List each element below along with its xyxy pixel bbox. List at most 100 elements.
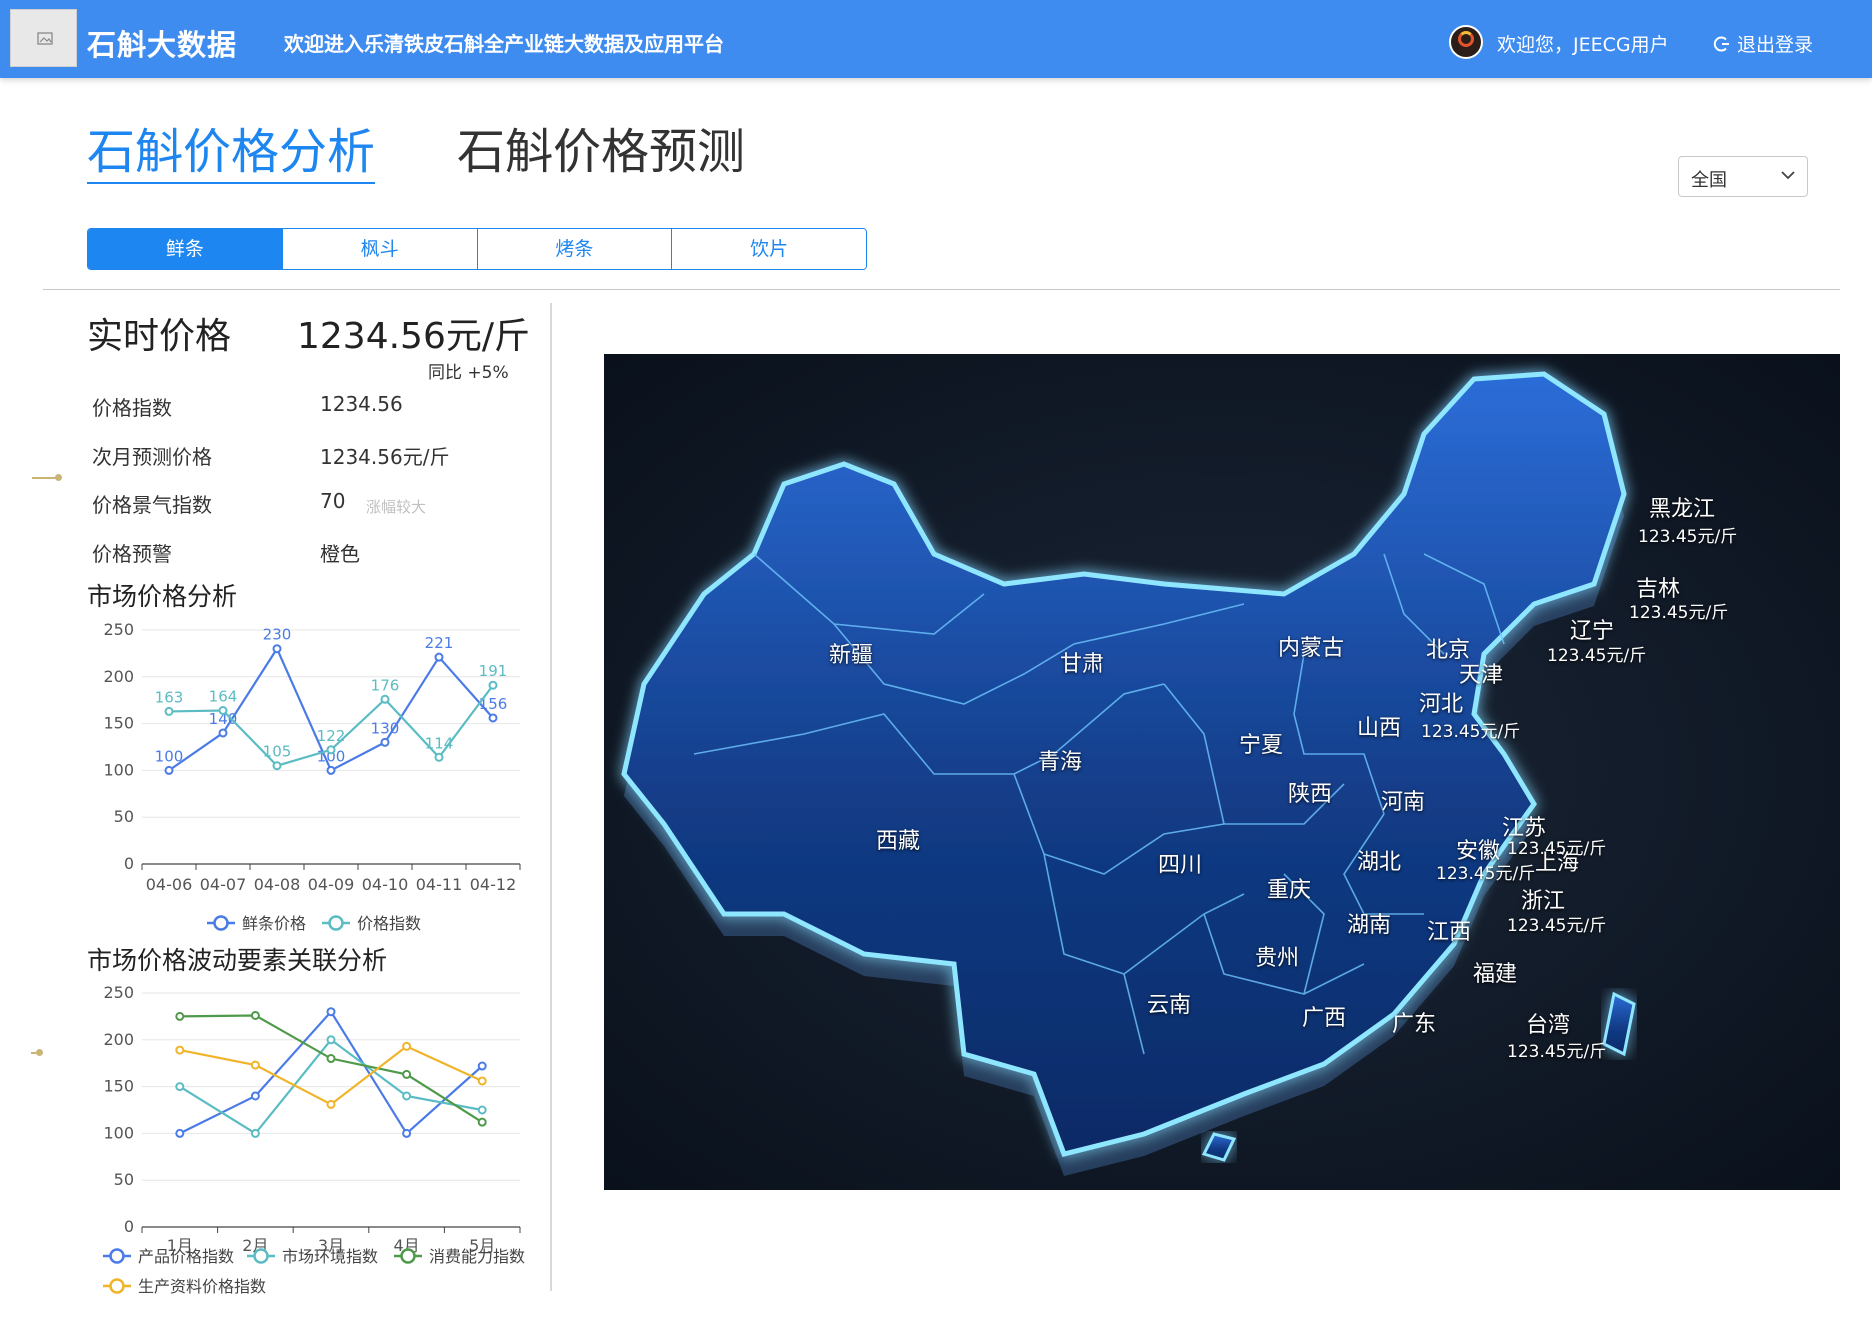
map-price-jilin: 123.45元/斤: [1629, 603, 1729, 623]
logo-placeholder[interactable]: [10, 9, 77, 67]
y-tick-label: 0: [124, 1217, 134, 1236]
top-header-bar: 石斛大数据 欢迎进入乐清铁皮石斛全产业链大数据及应用平台 欢迎您，JEECG用户…: [0, 0, 1872, 78]
market-price-title: 市场价格分析: [87, 582, 238, 611]
product-tab-yinpian[interactable]: 饮片: [671, 229, 866, 269]
data-point: [250, 1128, 260, 1138]
y-tick-label: 100: [103, 1123, 134, 1142]
map-label-tianjin: 天津: [1459, 663, 1504, 688]
tab-price-forecast[interactable]: 石斛价格预测: [457, 122, 745, 182]
data-point: [402, 1069, 412, 1079]
region-select[interactable]: 全国: [1678, 156, 1808, 197]
map-label-shanghai: 上海: [1535, 851, 1580, 876]
map-label-yunnan: 云南: [1147, 993, 1192, 1018]
map-price-heilongjiang: 123.45元/斤: [1638, 527, 1738, 547]
stat-label: 次月预测价格: [92, 445, 212, 469]
x-tick-label: 04-06: [146, 875, 193, 894]
legend-marker: [253, 1248, 269, 1264]
user-greeting: 欢迎您，JEECG用户: [1497, 34, 1669, 56]
legend-label: 价格指数: [357, 914, 421, 933]
stat-value: 橙色: [320, 542, 360, 566]
product-tab-xiantiao[interactable]: 鲜条: [88, 229, 282, 269]
tab-price-analysis[interactable]: 石斛价格分析: [87, 122, 376, 184]
data-point: [477, 1076, 487, 1086]
welcome-banner: 欢迎进入乐清铁皮石斛全产业链大数据及应用平台: [284, 32, 724, 56]
data-point: [175, 1082, 185, 1092]
data-label: 176: [371, 676, 400, 694]
y-tick-label: 0: [124, 854, 134, 873]
map-label-hebei: 河北: [1419, 692, 1464, 717]
stat-label: 价格景气指数: [92, 493, 212, 517]
map-label-guizhou: 贵州: [1255, 946, 1300, 971]
user-avatar-icon[interactable]: [1449, 25, 1483, 59]
vertical-divider: [550, 303, 552, 1291]
china-map-graphic: [604, 354, 1840, 1190]
data-point: [488, 680, 498, 690]
y-tick-label: 50: [114, 1170, 134, 1189]
data-point: [175, 1128, 185, 1138]
x-tick-label: 04-12: [470, 875, 517, 894]
y-tick-label: 250: [103, 620, 134, 639]
map-label-sichuan: 四川: [1158, 853, 1203, 878]
data-point: [218, 728, 228, 738]
map-label-shaanxi: 陕西: [1288, 782, 1333, 807]
map-label-fujian: 福建: [1473, 962, 1518, 987]
data-point: [164, 765, 174, 775]
map-price-hebei: 123.45元/斤: [1421, 722, 1521, 742]
legend-label: 产品价格指数: [138, 1247, 234, 1266]
data-point: [434, 752, 444, 762]
map-label-ningxia: 宁夏: [1239, 733, 1284, 758]
region-select-value: 全国: [1691, 170, 1727, 191]
map-label-chongqing: 重庆: [1267, 878, 1312, 903]
data-point: [326, 745, 336, 755]
legend-marker: [328, 915, 344, 931]
decor-marker: [32, 474, 62, 481]
market-price-chart: 0 50 100 150 200 250 04-06 04-07 04-08 04-09 04-10…: [103, 620, 521, 933]
product-tab-fengdou[interactable]: 枫斗: [281, 229, 477, 269]
data-point: [326, 1099, 336, 1109]
data-label: 163: [155, 688, 184, 706]
map-label-henan: 河南: [1381, 790, 1426, 815]
map-label-guangxi: 广西: [1302, 1006, 1347, 1031]
china-price-map[interactable]: 黑龙江 123.45元/斤 吉林 123.45元/斤 辽宁 123.45元/斤 …: [604, 354, 1840, 1190]
data-label: 230: [263, 626, 292, 644]
legend-label: 市场环境指数: [282, 1247, 378, 1266]
yoy-change: 同比 +5%: [428, 363, 509, 383]
legend-item: 产品价格指数: [103, 1247, 234, 1266]
product-tabs: 鲜条 枫斗 烤条 饮片: [87, 228, 867, 270]
factor-correlation-chart: 0501001502002501月 2月 3月 4月 5月产品价格指数 市场环境指数 消费能…: [103, 983, 525, 1296]
map-price-zhejiang: 123.45元/斤: [1507, 916, 1607, 936]
data-point: [250, 1091, 260, 1101]
map-label-xizang: 西藏: [876, 829, 921, 854]
data-label: 122: [317, 727, 346, 745]
data-point: [326, 1035, 336, 1045]
stat-value: 1234.56元/斤: [320, 445, 450, 469]
map-label-gansu: 甘肃: [1060, 652, 1105, 677]
data-label: 114: [425, 734, 454, 752]
legend-label: 生产资料价格指数: [138, 1277, 266, 1296]
map-price-liaoning: 123.45元/斤: [1547, 646, 1647, 666]
image-placeholder-icon: [37, 32, 53, 45]
data-point: [477, 1061, 487, 1071]
y-tick-label: 200: [103, 667, 134, 686]
legend-marker: [109, 1278, 125, 1294]
stat-tag: 涨幅较大: [366, 498, 427, 516]
data-point: [250, 1060, 260, 1070]
map-label-jiangxi: 江西: [1427, 920, 1472, 945]
legend-marker: [109, 1248, 125, 1264]
map-label-xinjiang: 新疆: [829, 643, 874, 668]
data-point: [326, 765, 336, 775]
legend-item: 鲜条价格: [207, 914, 306, 933]
data-point: [477, 1117, 487, 1127]
factor-correlation-title: 市场价格波动要素关联分析: [87, 946, 388, 975]
x-tick-label: 04-10: [362, 875, 409, 894]
legend-label: 消费能力指数: [429, 1247, 525, 1266]
data-label: 221: [425, 634, 454, 652]
logout-button[interactable]: 退出登录: [1713, 30, 1813, 57]
data-point: [175, 1011, 185, 1021]
product-tab-kaotiao[interactable]: 烤条: [476, 229, 672, 269]
map-label-guangdong: 广东: [1392, 1012, 1437, 1037]
map-label-taiwan: 台湾: [1526, 1013, 1571, 1038]
map-label-hunan: 湖南: [1347, 913, 1392, 938]
data-label: 164: [209, 687, 238, 705]
y-tick-label: 250: [103, 983, 134, 1002]
